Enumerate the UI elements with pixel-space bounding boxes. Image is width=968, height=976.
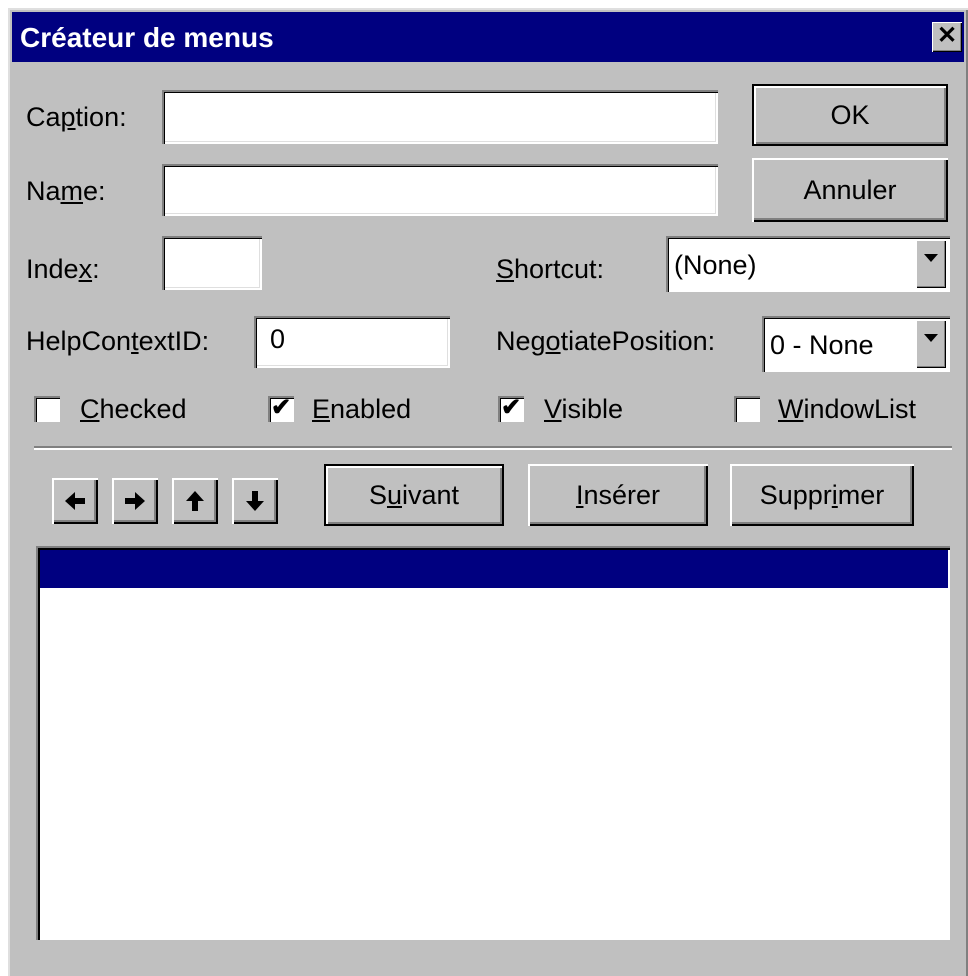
- list-item-selected[interactable]: [40, 550, 948, 588]
- move-down-button[interactable]: [232, 478, 278, 524]
- ok-button[interactable]: OK: [752, 84, 948, 146]
- delete-button[interactable]: Supprimer: [730, 464, 914, 526]
- negotiateposition-dropdown-button[interactable]: [916, 320, 946, 368]
- windowlist-checkbox[interactable]: [734, 396, 760, 422]
- index-label: Index:: [26, 254, 100, 284]
- helpcontextid-input[interactable]: 0: [254, 316, 450, 368]
- shortcut-dropdown[interactable]: (None): [666, 236, 950, 292]
- negotiateposition-label: NegotiatePosition:: [496, 326, 716, 356]
- cancel-button[interactable]: Annuler: [752, 158, 948, 222]
- helpcontextid-label: HelpContextID:: [26, 326, 210, 356]
- name-input[interactable]: [162, 164, 718, 216]
- checked-checkbox[interactable]: [34, 396, 60, 422]
- visible-checkbox[interactable]: ✔: [498, 394, 524, 422]
- chevron-down-icon: [924, 254, 938, 262]
- move-left-button[interactable]: [52, 478, 98, 524]
- shortcut-label: Shortcut:: [496, 254, 605, 284]
- down-arrow-icon: [246, 491, 264, 511]
- up-arrow-icon: [186, 491, 204, 511]
- negotiateposition-dropdown[interactable]: 0 - None: [762, 316, 950, 372]
- shortcut-dropdown-button[interactable]: [916, 240, 946, 288]
- chevron-down-icon: [924, 334, 938, 342]
- enabled-checkbox[interactable]: ✔: [268, 394, 294, 422]
- insert-button[interactable]: Insérer: [528, 464, 708, 526]
- close-icon: ✕: [936, 22, 958, 49]
- title-bar: Créateur de menus ✕: [12, 12, 964, 62]
- window-title: Créateur de menus: [20, 22, 274, 53]
- close-button[interactable]: ✕: [932, 22, 962, 52]
- caption-label: Caption:: [26, 102, 127, 132]
- menu-editor-dialog: Créateur de menus ✕ Caption: Name: OK An…: [8, 8, 968, 976]
- shortcut-value: (None): [674, 250, 757, 280]
- move-up-button[interactable]: [172, 478, 218, 524]
- menu-items-list[interactable]: [36, 546, 950, 940]
- checked-label: Checked: [80, 394, 187, 424]
- name-label: Name:: [26, 176, 106, 206]
- move-right-button[interactable]: [112, 478, 158, 524]
- visible-label: Visible: [544, 394, 624, 424]
- windowlist-label: WindowList: [778, 394, 917, 424]
- right-arrow-icon: [125, 492, 145, 510]
- checkmark-icon: ✔: [271, 394, 292, 421]
- index-input[interactable]: [162, 236, 262, 290]
- next-button[interactable]: Suivant: [324, 464, 504, 526]
- caption-input[interactable]: [162, 90, 718, 144]
- enabled-label: Enabled: [312, 394, 412, 424]
- left-arrow-icon: [65, 492, 85, 510]
- checkmark-icon: ✔: [501, 394, 522, 421]
- separator: [34, 446, 952, 450]
- negotiateposition-value: 0 - None: [770, 330, 874, 360]
